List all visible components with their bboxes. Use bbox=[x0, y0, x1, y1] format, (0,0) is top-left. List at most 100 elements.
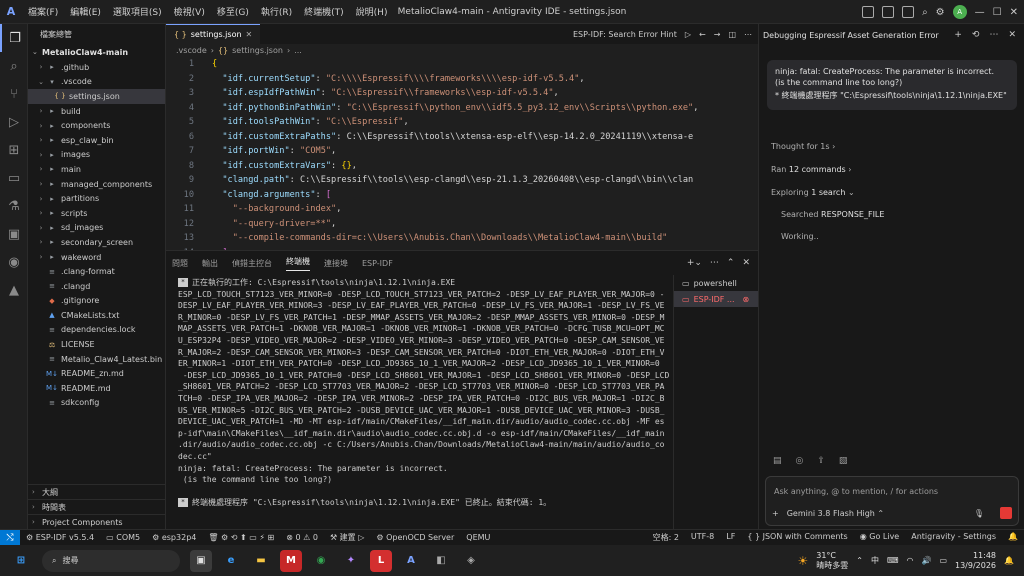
toggle-agent-icon[interactable] bbox=[902, 6, 915, 18]
menu-selection[interactable]: 選取項目(S) bbox=[107, 5, 168, 18]
status-encoding[interactable]: UTF-8 bbox=[685, 532, 720, 543]
tree-item[interactable]: › ▸ main bbox=[28, 162, 165, 177]
run-icon[interactable]: ▷ bbox=[685, 30, 691, 39]
image-icon[interactable]: ▧ bbox=[839, 456, 848, 466]
ime-indicator[interactable]: 中 bbox=[871, 555, 879, 566]
device-icon[interactable]: ▣ bbox=[0, 220, 28, 248]
tree-item[interactable]: › ▸ partitions bbox=[28, 191, 165, 206]
tab-terminal[interactable]: 終端機 bbox=[286, 256, 310, 271]
maximize-panel-icon[interactable]: ⌃ bbox=[727, 258, 735, 268]
menu-terminal[interactable]: 終端機(T) bbox=[298, 5, 350, 18]
breadcrumb-file[interactable]: settings.json bbox=[232, 46, 283, 55]
l-app-icon[interactable]: L bbox=[370, 549, 392, 572]
tree-item[interactable]: › ▸ esp_claw_bin bbox=[28, 133, 165, 148]
tab-settings-json[interactable]: { } settings.json ✕ bbox=[166, 24, 261, 44]
gear-icon[interactable]: ⚙ bbox=[936, 7, 945, 18]
tree-item[interactable]: ≡ Metalio_Claw4_Latest.bin bbox=[28, 352, 165, 367]
status-qemu[interactable]: QEMU bbox=[460, 533, 496, 542]
agent-input[interactable]: Ask anything, @ to mention, / for action… bbox=[765, 476, 1019, 526]
notification-center-icon[interactable]: 🔔 bbox=[1004, 556, 1014, 565]
tree-item[interactable]: ≡ sdkconfig bbox=[28, 396, 165, 411]
edge-icon[interactable]: e bbox=[220, 550, 242, 572]
notifications-icon[interactable]: 🔔 bbox=[1002, 532, 1024, 543]
tree-item[interactable]: ≡ .clang-format bbox=[28, 264, 165, 279]
search-icon[interactable]: ⌕ bbox=[922, 7, 928, 18]
tab-esp-idf[interactable]: ESP-IDF bbox=[362, 259, 393, 268]
remote-explorer-icon[interactable]: ▭ bbox=[0, 164, 28, 192]
code-editor[interactable]: 1{2 "idf.currentSetup": "C:\\\\Espressif… bbox=[166, 57, 758, 250]
status-actions[interactable]: 🗑 ⚙ ⟲ ⬆ ▭ ⚡ ⊞ bbox=[202, 533, 280, 542]
tree-item[interactable]: › ▸ components bbox=[28, 118, 165, 133]
tree-item[interactable]: ◆ .gitignore bbox=[28, 294, 165, 309]
close-tab-icon[interactable]: ✕ bbox=[246, 30, 253, 39]
tree-item[interactable]: › ▸ images bbox=[28, 148, 165, 163]
toggle-sidebar-icon[interactable] bbox=[862, 6, 875, 18]
microphone-icon[interactable]: 🎙 bbox=[974, 509, 984, 518]
breadcrumb-folder[interactable]: .vscode bbox=[176, 46, 207, 55]
more-actions-icon[interactable]: ⋯ bbox=[744, 30, 752, 39]
more-actions-icon[interactable]: ⋯ bbox=[710, 258, 719, 268]
status-openocd[interactable]: ⚙ OpenOCD Server bbox=[370, 533, 460, 542]
tree-item[interactable]: M↓ README_zn.md bbox=[28, 366, 165, 381]
app-icon[interactable]: ◈ bbox=[460, 550, 482, 572]
status-indent[interactable]: 空格: 2 bbox=[647, 532, 685, 543]
terminal-output[interactable]: * 正在執行的工作: C:\Espressif\tools\ninja\1.12.… bbox=[166, 275, 671, 530]
chrome-icon[interactable]: ◉ bbox=[310, 550, 332, 572]
thought-step[interactable]: Thought for 1s › bbox=[771, 142, 835, 151]
toggle-panel-icon[interactable] bbox=[882, 6, 895, 18]
testing-icon[interactable]: ⚗ bbox=[0, 192, 28, 220]
stop-button[interactable] bbox=[1000, 507, 1012, 519]
clock[interactable]: 11:48 13/9/2026 bbox=[955, 551, 996, 571]
copilot-icon[interactable]: ✦ bbox=[340, 550, 362, 572]
battery-icon[interactable]: ▭ bbox=[939, 556, 947, 565]
tree-item[interactable]: › ▸ managed_components bbox=[28, 177, 165, 192]
tree-item[interactable]: › ▸ wakeword bbox=[28, 250, 165, 265]
more-actions-icon[interactable]: ⋯ bbox=[989, 30, 998, 40]
wifi-icon[interactable]: ◠ bbox=[906, 556, 913, 565]
volume-icon[interactable]: 🔊 bbox=[921, 556, 931, 565]
forward-icon[interactable]: → bbox=[714, 30, 721, 39]
antigravity-icon[interactable]: A bbox=[400, 550, 422, 572]
back-icon[interactable]: ← bbox=[699, 30, 706, 39]
status-language[interactable]: { } JSON with Comments bbox=[741, 532, 853, 543]
status-port[interactable]: ▭ COM5 bbox=[100, 533, 146, 542]
tab-debug-console[interactable]: 偵錯主控台 bbox=[232, 258, 272, 269]
deploy-icon[interactable]: ▲ bbox=[0, 276, 28, 304]
avatar[interactable]: A bbox=[952, 5, 967, 19]
tree-item[interactable]: › ▸ secondary_screen bbox=[28, 235, 165, 250]
status-go-live[interactable]: ◉ Go Live bbox=[854, 532, 906, 543]
new-terminal-icon[interactable]: +⌄ bbox=[687, 258, 702, 268]
menu-help[interactable]: 說明(H) bbox=[350, 5, 394, 18]
tree-item[interactable]: › ▸ scripts bbox=[28, 206, 165, 221]
tree-item[interactable]: › ▸ sd_images bbox=[28, 221, 165, 236]
tree-item[interactable]: ≡ dependencies.lock bbox=[28, 323, 165, 338]
input-method-icon[interactable]: ⌨ bbox=[887, 556, 899, 565]
attach-file-icon[interactable]: ▤ bbox=[773, 456, 782, 466]
tree-item[interactable]: › ▸ build bbox=[28, 104, 165, 119]
task-view-icon[interactable]: ▣ bbox=[190, 549, 212, 572]
mcafee-icon[interactable]: M bbox=[280, 549, 302, 572]
tab-ports[interactable]: 連接埠 bbox=[324, 258, 348, 269]
tab-output[interactable]: 輸出 bbox=[202, 258, 218, 269]
tree-item[interactable]: M↓ README.md bbox=[28, 381, 165, 396]
status-problems[interactable]: ⊗ 0 ⚠ 0 bbox=[280, 533, 324, 542]
extensions-icon[interactable]: ⊞ bbox=[0, 136, 28, 164]
file-explorer-icon[interactable]: ▬ bbox=[250, 550, 272, 572]
app-icon[interactable]: ◧ bbox=[430, 550, 452, 572]
mention-icon[interactable]: ◎ bbox=[796, 456, 804, 466]
search-view-icon[interactable]: ⌕ bbox=[0, 52, 28, 80]
history-icon[interactable]: ⟲ bbox=[972, 30, 980, 40]
timeline-section[interactable]: › 時間表 bbox=[28, 499, 165, 514]
split-editor-icon[interactable]: ◫ bbox=[728, 30, 736, 39]
breadcrumb-symbol[interactable]: ... bbox=[294, 46, 302, 55]
close-panel-icon[interactable]: ✕ bbox=[742, 258, 750, 268]
start-icon[interactable]: ⊞ bbox=[10, 550, 32, 572]
terminal-item-powershell[interactable]: ▭ powershell bbox=[674, 275, 758, 291]
close-icon[interactable]: ✕ bbox=[1010, 7, 1018, 18]
tree-item[interactable]: { } settings.json bbox=[28, 89, 165, 104]
ran-commands-step[interactable]: Ran 12 commands › bbox=[771, 165, 851, 174]
remote-icon[interactable]: ⤭ bbox=[0, 529, 20, 546]
menu-run[interactable]: 執行(R) bbox=[255, 5, 298, 18]
taskbar-search[interactable]: ⌕ 搜尋 bbox=[42, 549, 180, 572]
show-hidden-icons-icon[interactable]: ⌃ bbox=[856, 556, 863, 565]
